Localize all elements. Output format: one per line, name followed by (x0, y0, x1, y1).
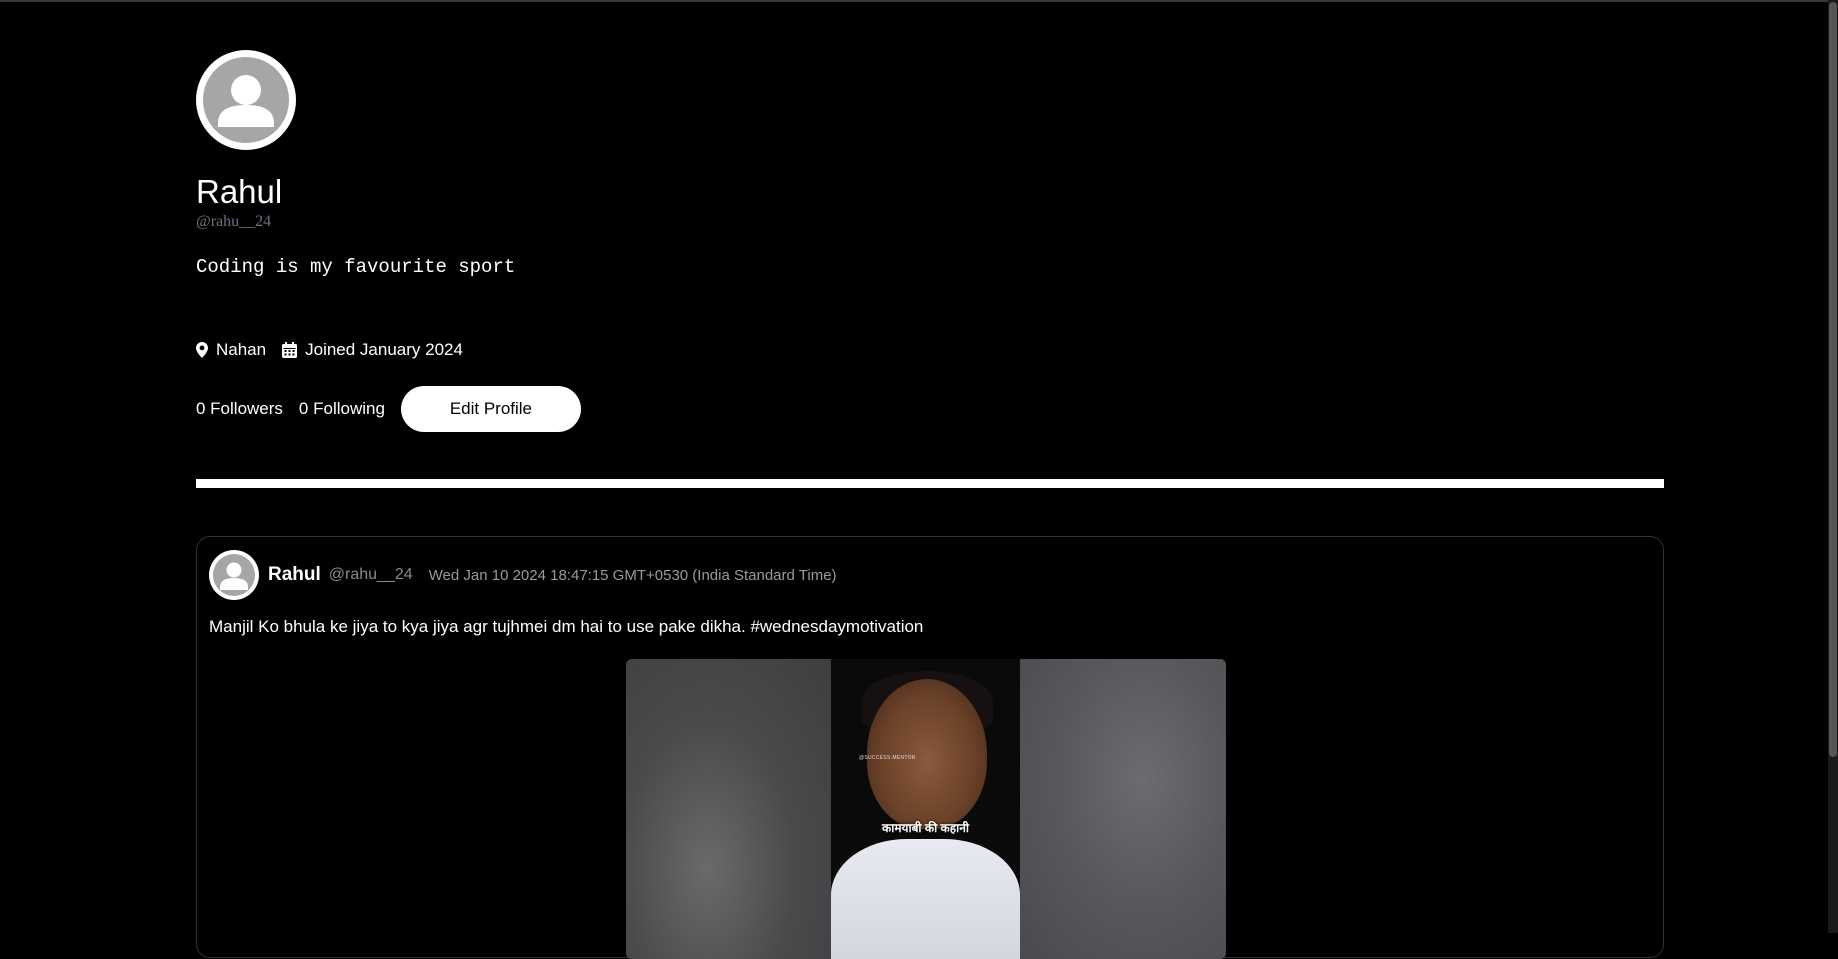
user-placeholder-icon (203, 57, 289, 143)
edit-profile-button[interactable]: Edit Profile (400, 386, 581, 432)
following-count[interactable]: 0 Following (299, 399, 385, 419)
post-text: Manjil Ko bhula ke jiya to kya jiya agr … (209, 617, 924, 636)
window-top-border (0, 0, 1838, 2)
post-timestamp: Wed Jan 10 2024 18:47:15 GMT+0530 (India… (428, 566, 837, 584)
followers-count[interactable]: 0 Followers (196, 399, 283, 419)
profile-meta: Nahan Joined January 2024 (196, 340, 479, 360)
media-blur-left (626, 659, 831, 959)
media-watermark: @SUCCESS.MENTOR (859, 755, 916, 761)
user-placeholder-icon (213, 554, 255, 596)
profile-handle: @rahu__24 (196, 213, 272, 230)
follow-stats: 0 Followers 0 Following Edit Profile (196, 386, 581, 432)
profile-joined: Joined January 2024 (282, 340, 463, 360)
post-author-name[interactable]: Rahul (268, 564, 321, 586)
profile-bio: Coding is my favourite sport (196, 256, 516, 278)
profile-name: Rahul (196, 173, 283, 210)
map-pin-icon (196, 342, 208, 358)
section-divider (196, 479, 1664, 488)
media-caption: कामयाबी की कहानी (882, 821, 969, 835)
media-frame: @SUCCESS.MENTOR कामयाबी की कहानी (831, 659, 1020, 959)
profile-avatar[interactable] (196, 50, 296, 150)
scrollbar-thumb[interactable] (1829, 2, 1837, 757)
post-header: Rahul @rahu__24 Wed Jan 10 2024 18:47:15… (209, 550, 837, 600)
post-card[interactable]: Rahul @rahu__24 Wed Jan 10 2024 18:47:15… (196, 536, 1664, 959)
joined-text: Joined January 2024 (305, 340, 463, 359)
post-author-handle: @rahu__24 (328, 566, 413, 583)
media-figure-shirt (831, 839, 1020, 959)
page-scrollbar[interactable] (1828, 0, 1838, 933)
post-author-avatar[interactable] (209, 550, 259, 600)
profile-location: Nahan (196, 340, 266, 360)
calendar-icon (282, 342, 298, 358)
post-media[interactable]: @SUCCESS.MENTOR कामयाबी की कहानी (626, 659, 1226, 959)
media-figure-face (867, 679, 987, 829)
location-text: Nahan (216, 340, 267, 359)
media-blur-right (1020, 659, 1226, 959)
